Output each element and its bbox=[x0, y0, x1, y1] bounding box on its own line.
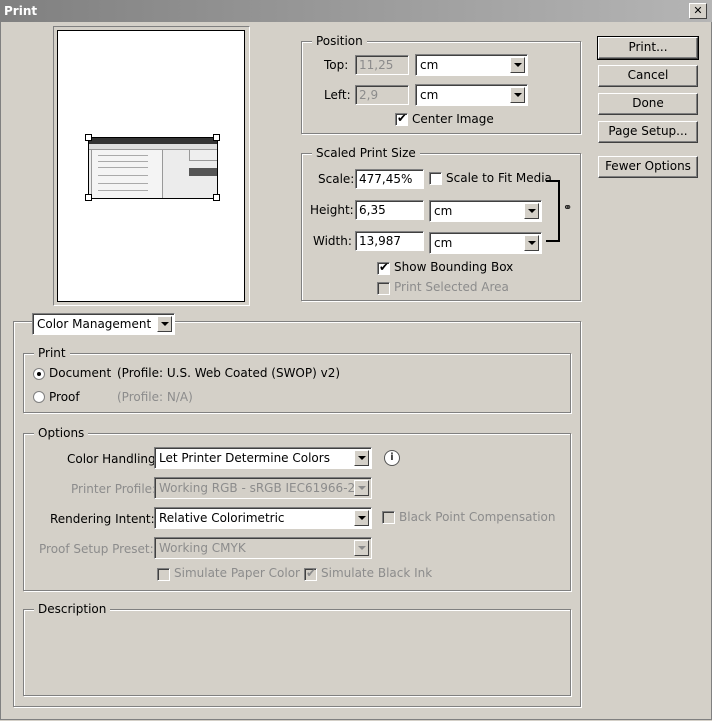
width-unit-select[interactable]: cm bbox=[429, 232, 542, 254]
top-unit-select[interactable]: cm bbox=[415, 54, 528, 76]
chevron-down-icon bbox=[354, 540, 369, 556]
printer-profile-select[interactable]: Working RGB - sRGB IEC61966-2.1 bbox=[154, 477, 372, 499]
chevron-down-icon bbox=[510, 87, 525, 103]
document-radio[interactable] bbox=[33, 368, 45, 380]
height-label: Height: bbox=[310, 203, 354, 217]
constrain-bracket bbox=[546, 180, 560, 242]
fewer-options-button[interactable]: Fewer Options bbox=[598, 156, 698, 178]
info-icon[interactable]: i bbox=[384, 450, 400, 466]
cancel-button[interactable]: Cancel bbox=[598, 65, 698, 87]
print-selected-area-label: Print Selected Area bbox=[394, 280, 509, 294]
preview-paper bbox=[57, 30, 245, 302]
proof-setup-select[interactable]: Working CMYK bbox=[154, 537, 372, 559]
width-label: Width: bbox=[313, 234, 352, 248]
simulate-paper-label: Simulate Paper Color bbox=[174, 566, 300, 580]
width-field[interactable]: 13,987 bbox=[355, 231, 424, 251]
done-button[interactable]: Done bbox=[598, 93, 698, 115]
print-button[interactable]: Print... bbox=[597, 36, 699, 60]
simulate-black-label: Simulate Black Ink bbox=[321, 566, 433, 580]
top-label: Top: bbox=[324, 58, 349, 72]
show-bounding-box-label: Show Bounding Box bbox=[394, 260, 514, 274]
chevron-down-icon bbox=[524, 235, 539, 251]
bounding-handle[interactable] bbox=[85, 134, 92, 141]
bounding-handle[interactable] bbox=[213, 134, 220, 141]
print-selected-area-checkbox[interactable] bbox=[377, 282, 390, 295]
scale-to-fit-checkbox[interactable] bbox=[429, 172, 442, 185]
chevron-down-icon bbox=[524, 203, 539, 219]
document-label: Document bbox=[49, 366, 112, 380]
left-label: Left: bbox=[324, 88, 351, 102]
page-setup-button[interactable]: Page Setup... bbox=[598, 121, 698, 143]
scaled-legend: Scaled Print Size bbox=[312, 146, 420, 160]
color-handling-label: Color Handling: bbox=[67, 452, 160, 466]
black-point-checkbox[interactable] bbox=[382, 511, 395, 524]
chevron-down-icon bbox=[354, 450, 369, 466]
chevron-down-icon bbox=[354, 510, 369, 526]
title-bar: Print ✕ bbox=[0, 0, 712, 22]
proof-label: Proof bbox=[49, 390, 80, 404]
rendering-intent-label: Rendering Intent: bbox=[50, 512, 155, 526]
window-title: Print bbox=[4, 4, 38, 18]
height-unit-select[interactable]: cm bbox=[429, 200, 542, 222]
proof-radio[interactable] bbox=[33, 391, 45, 403]
chevron-down-icon bbox=[354, 480, 369, 496]
center-image-label: Center Image bbox=[412, 112, 494, 126]
chevron-down-icon bbox=[157, 316, 172, 332]
left-field[interactable]: 2,9 bbox=[355, 85, 409, 105]
color-management-dropdown[interactable]: Color Management bbox=[32, 313, 175, 335]
preview-image[interactable] bbox=[88, 137, 218, 199]
document-profile: (Profile: U.S. Web Coated (SWOP) v2) bbox=[117, 366, 341, 380]
proof-setup-label: Proof Setup Preset: bbox=[39, 542, 154, 556]
check-icon: ✔ bbox=[397, 111, 408, 125]
left-unit-select[interactable]: cm bbox=[415, 84, 528, 106]
description-legend: Description bbox=[34, 602, 111, 616]
bounding-handle[interactable] bbox=[85, 194, 92, 201]
center-image-checkbox[interactable]: ✔ bbox=[395, 111, 408, 126]
chevron-down-icon bbox=[510, 57, 525, 73]
rendering-intent-select[interactable]: Relative Colorimetric bbox=[154, 507, 372, 529]
description-group bbox=[23, 609, 571, 696]
scale-label: Scale: bbox=[318, 172, 355, 186]
print-source-legend: Print bbox=[34, 346, 70, 360]
scale-to-fit-label: Scale to Fit Media bbox=[446, 171, 552, 185]
options-legend: Options bbox=[34, 426, 89, 440]
bounding-handle[interactable] bbox=[213, 194, 220, 201]
proof-profile: (Profile: N/A) bbox=[117, 390, 193, 404]
print-preview bbox=[53, 26, 250, 306]
close-icon[interactable]: ✕ bbox=[689, 3, 707, 19]
simulate-paper-checkbox[interactable] bbox=[157, 568, 170, 581]
check-icon: ✔ bbox=[379, 260, 390, 274]
printer-profile-label: Printer Profile: bbox=[71, 482, 157, 496]
black-point-label: Black Point Compensation bbox=[399, 510, 556, 524]
height-field[interactable]: 6,35 bbox=[355, 200, 424, 220]
color-handling-select[interactable]: Let Printer Determine Colors bbox=[154, 447, 372, 469]
show-bounding-box-checkbox[interactable]: ✔ bbox=[377, 260, 390, 275]
scale-field[interactable]: 477,45% bbox=[355, 169, 424, 189]
top-field[interactable]: 11,25 bbox=[355, 55, 409, 75]
check-icon: ✔ bbox=[306, 566, 317, 580]
position-legend: Position bbox=[312, 34, 367, 48]
simulate-black-checkbox[interactable]: ✔ bbox=[304, 566, 317, 581]
link-icon[interactable]: ⚭ bbox=[563, 201, 572, 214]
print-source-group bbox=[23, 353, 571, 413]
